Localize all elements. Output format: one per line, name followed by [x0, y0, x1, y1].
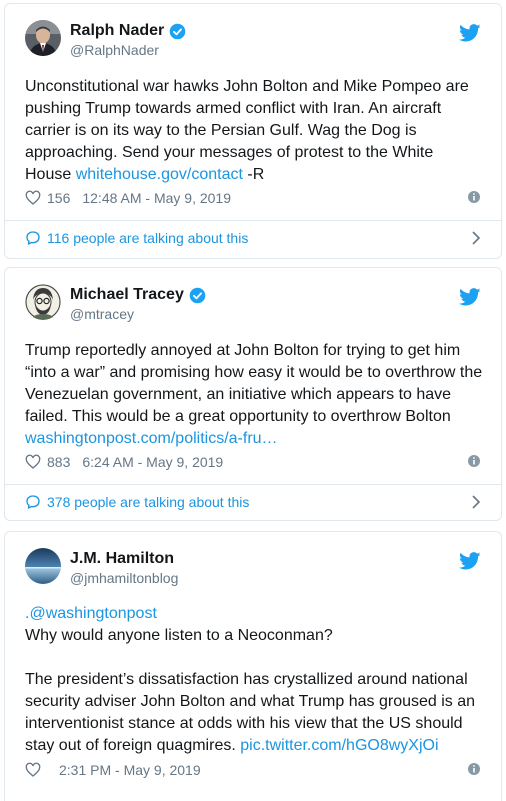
- talking-count[interactable]: 378 people are talking about this: [47, 494, 249, 510]
- tweet-meta: 156 12:48 AM - May 9, 2019: [25, 188, 481, 208]
- twitter-bird-icon[interactable]: [459, 552, 481, 570]
- info-icon[interactable]: [467, 190, 481, 204]
- chevron-right-icon[interactable]: [471, 231, 481, 245]
- tweet-text: Unconstitutional war hawks John Bolton a…: [25, 78, 469, 183]
- verified-badge-icon: [189, 287, 206, 303]
- handle[interactable]: @mtracey: [70, 306, 134, 322]
- verified-badge-icon: [169, 23, 186, 39]
- tweet-meta: 2:31 PM - May 9, 2019: [25, 760, 481, 780]
- divider: [5, 220, 501, 221]
- heart-icon[interactable]: [25, 454, 41, 470]
- tweet-header: J.M. Hamilton @jmhamiltonblog: [25, 548, 481, 588]
- info-icon[interactable]: [467, 454, 481, 468]
- tweet-card[interactable]: Michael Tracey @mtracey Trump reportedly…: [4, 267, 502, 521]
- handle[interactable]: @jmhamiltonblog: [70, 570, 178, 586]
- tweet-text: .@washingtonpost Why would anyone listen…: [25, 605, 476, 754]
- chevron-right-icon[interactable]: [471, 495, 481, 509]
- tweet-text: Trump reportedly annoyed at John Bolton …: [25, 342, 483, 447]
- twitter-bird-icon[interactable]: [459, 288, 481, 306]
- heart-icon[interactable]: [25, 762, 41, 778]
- timestamp[interactable]: 6:24 AM - May 9, 2019: [82, 454, 223, 470]
- timestamp[interactable]: 2:31 PM - May 9, 2019: [59, 762, 201, 778]
- tweet-link[interactable]: washingtonpost.com/politics/a-fru…: [25, 430, 278, 447]
- like-count[interactable]: 883: [47, 454, 70, 470]
- speech-bubble-icon: [26, 495, 40, 509]
- tweet-card[interactable]: J.M. Hamilton @jmhamiltonblog .@washingt…: [4, 531, 502, 801]
- mention-link[interactable]: @washingtonpost: [29, 605, 156, 622]
- avatar[interactable]: [25, 284, 61, 320]
- tweet-meta: 883 6:24 AM - May 9, 2019: [25, 452, 481, 472]
- tweet-link[interactable]: pic.twitter.com/hGO8wyXjOi: [240, 737, 438, 754]
- timestamp[interactable]: 12:48 AM - May 9, 2019: [82, 190, 231, 206]
- divider: [5, 484, 501, 485]
- avatar[interactable]: [25, 548, 61, 584]
- tweet-card[interactable]: Ralph Nader @RalphNader Unconstitutional…: [4, 3, 502, 259]
- info-icon[interactable]: [467, 762, 481, 776]
- display-name[interactable]: Michael Tracey: [70, 286, 184, 304]
- tweet-feed: Ralph Nader @RalphNader Unconstitutional…: [0, 0, 506, 801]
- heart-icon[interactable]: [25, 190, 41, 206]
- display-name[interactable]: J.M. Hamilton: [70, 550, 174, 568]
- conversation-link[interactable]: 116 people are talking about this: [25, 228, 481, 248]
- talking-count[interactable]: 116 people are talking about this: [47, 230, 248, 246]
- tweet-header: Michael Tracey @mtracey: [25, 284, 481, 324]
- conversation-link[interactable]: 378 people are talking about this: [25, 492, 481, 512]
- like-count[interactable]: 156: [47, 190, 70, 206]
- handle[interactable]: @RalphNader: [70, 42, 159, 58]
- avatar[interactable]: [25, 20, 61, 56]
- display-name[interactable]: Ralph Nader: [70, 22, 164, 40]
- tweet-header: Ralph Nader @RalphNader: [25, 20, 481, 60]
- twitter-bird-icon[interactable]: [459, 24, 481, 42]
- speech-bubble-icon: [26, 231, 40, 245]
- tweet-link[interactable]: whitehouse.gov/contact: [76, 166, 243, 183]
